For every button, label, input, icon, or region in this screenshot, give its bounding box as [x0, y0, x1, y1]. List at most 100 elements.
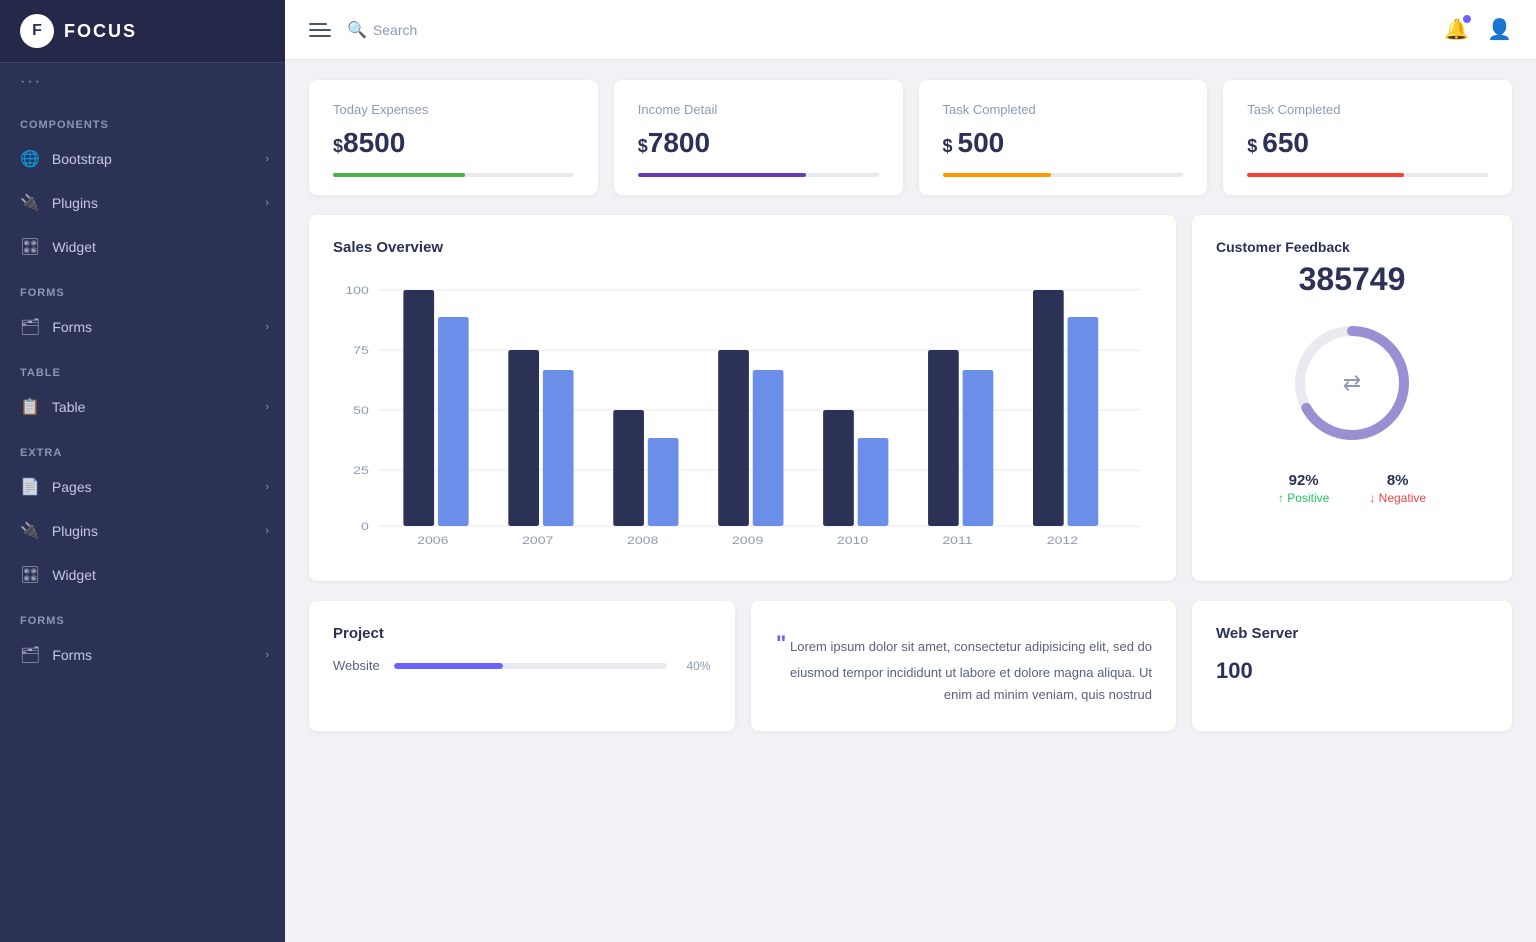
progress-bar-fill-4 [1247, 173, 1403, 177]
stat-card-task1: Task Completed $ 500 [919, 80, 1208, 195]
stat-card-value-4: $ 650 [1247, 127, 1488, 159]
logo-icon: F [20, 14, 54, 48]
hamburger-button[interactable] [309, 23, 331, 37]
svg-text:2006: 2006 [417, 534, 448, 546]
topbar-right: 🔔 👤 [1444, 17, 1512, 42]
progress-bar-bg-2 [638, 173, 879, 177]
negative-stat: 8% ↓ Negative [1369, 472, 1426, 505]
sidebar-item-plugins[interactable]: 🔌 Plugins › [0, 181, 285, 225]
notification-dot [1463, 15, 1471, 23]
lower-section: Sales Overview 100 75 50 25 0 [309, 215, 1512, 581]
negative-pct: 8% [1369, 472, 1426, 489]
svg-text:100: 100 [345, 284, 368, 296]
stat-card-title-3: Task Completed [943, 102, 1184, 117]
widget-icon: 🎛 [20, 237, 40, 257]
logo-text: FOCUS [64, 21, 137, 42]
stat-card-value-1: $8500 [333, 127, 574, 159]
hamburger-line-2 [309, 29, 331, 31]
svg-text:75: 75 [353, 344, 369, 356]
hamburger-line-3 [309, 35, 331, 37]
project-row-pct: 40% [681, 659, 711, 673]
sidebar-item-forms[interactable]: 🗂 Forms › [0, 305, 285, 349]
bottom-section: Project Website 40% " Lorem ipsum dolor … [309, 601, 1512, 731]
notification-bell[interactable]: 🔔 [1444, 17, 1469, 42]
positive-label: ↑ Positive [1278, 491, 1329, 505]
donut-chart-container: ⇄ [1287, 318, 1417, 448]
stat-card-expenses: Today Expenses $8500 [309, 80, 598, 195]
customer-feedback-card: Customer Feedback 385749 ⇄ 92% ↑ [1192, 215, 1512, 581]
forms-icon: 🗂 [20, 317, 40, 337]
quote-mark: " [776, 631, 786, 656]
quote-text: " Lorem ipsum dolor sit amet, consectetu… [775, 625, 1153, 707]
section-label-forms-2: FORMS [0, 597, 285, 633]
svg-text:2012: 2012 [1047, 534, 1078, 546]
stat-card-value-2: $7800 [638, 127, 879, 159]
chevron-right-icon: › [265, 321, 269, 333]
sidebar-item-widget-2[interactable]: 🎛 Widget [0, 553, 285, 597]
section-label-components: COMPONENTS [0, 101, 285, 137]
sidebar-item-widget[interactable]: 🎛 Widget [0, 225, 285, 269]
section-label-forms: FORMS [0, 269, 285, 305]
feedback-title: Customer Feedback [1216, 239, 1350, 255]
widget-icon-2: 🎛 [20, 565, 40, 585]
project-row-bar-bg [394, 663, 667, 669]
arrow-up-icon: ↑ [1278, 491, 1284, 505]
stat-card-title-1: Today Expenses [333, 102, 574, 117]
svg-text:2010: 2010 [837, 534, 868, 546]
globe-icon: 🌐 [20, 149, 40, 169]
topbar: 🔍 Search 🔔 👤 [285, 0, 1536, 60]
sidebar-item-plugins-2[interactable]: 🔌 Plugins › [0, 509, 285, 553]
project-title: Project [333, 625, 711, 642]
svg-text:0: 0 [361, 520, 369, 532]
progress-bar-bg-1 [333, 173, 574, 177]
chevron-right-icon: › [265, 197, 269, 209]
chevron-right-icon: › [265, 481, 269, 493]
hamburger-line-1 [309, 23, 327, 25]
pages-icon: 📄 [20, 477, 40, 497]
bar-chart-svg: 100 75 50 25 0 [333, 272, 1152, 552]
stat-card-value-3: $ 500 [943, 127, 1184, 159]
section-label-table: TABLE [0, 349, 285, 385]
user-avatar-icon[interactable]: 👤 [1487, 17, 1512, 42]
main-content: 🔍 Search 🔔 👤 Today Expenses $8500 [285, 0, 1536, 942]
sidebar-logo: F FOCUS [0, 0, 285, 63]
sidebar-item-bootstrap[interactable]: 🌐 Bootstrap › [0, 137, 285, 181]
svg-text:2009: 2009 [732, 534, 763, 546]
chevron-right-icon: › [265, 525, 269, 537]
svg-text:25: 25 [353, 464, 369, 476]
svg-text:2008: 2008 [627, 534, 658, 546]
svg-text:2011: 2011 [942, 534, 972, 546]
stat-card-task2: Task Completed $ 650 [1223, 80, 1512, 195]
section-label-extra: EXTRA [0, 429, 285, 465]
web-server-card: Web Server 100 [1192, 601, 1512, 731]
plugin-icon-2: 🔌 [20, 521, 40, 541]
progress-bar-bg-3 [943, 173, 1184, 177]
stat-cards-row: Today Expenses $8500 Income Detail $7800 [309, 80, 1512, 195]
chevron-right-icon: › [265, 649, 269, 661]
content-area: Today Expenses $8500 Income Detail $7800 [285, 60, 1536, 942]
project-card: Project Website 40% [309, 601, 735, 731]
quote-card: " Lorem ipsum dolor sit amet, consectetu… [751, 601, 1177, 731]
sales-overview-card: Sales Overview 100 75 50 25 0 [309, 215, 1176, 581]
positive-stat: 92% ↑ Positive [1278, 472, 1329, 505]
sidebar-item-pages[interactable]: 📄 Pages › [0, 465, 285, 509]
positive-pct: 92% [1278, 472, 1329, 489]
svg-text:50: 50 [353, 404, 369, 416]
server-value: 100 [1216, 658, 1488, 684]
search-placeholder-text: Search [373, 22, 417, 38]
chevron-right-icon: › [265, 401, 269, 413]
arrow-down-icon: ↓ [1369, 491, 1375, 505]
feedback-number: 385749 [1299, 261, 1406, 298]
chevron-right-icon: › [265, 153, 269, 165]
sidebar-item-forms-2[interactable]: 🗂 Forms › [0, 633, 285, 677]
search-icon: 🔍 [347, 20, 367, 40]
project-row-website: Website 40% [333, 658, 711, 673]
search-area: 🔍 Search [347, 20, 1428, 40]
progress-bar-fill-3 [943, 173, 1051, 177]
chart-title: Sales Overview [333, 239, 1152, 256]
svg-text:2007: 2007 [522, 534, 553, 546]
sidebar: F FOCUS ··· COMPONENTS 🌐 Bootstrap › 🔌 P… [0, 0, 285, 942]
progress-bar-bg-4 [1247, 173, 1488, 177]
sidebar-item-table[interactable]: 📋 Table › [0, 385, 285, 429]
server-title: Web Server [1216, 625, 1488, 642]
